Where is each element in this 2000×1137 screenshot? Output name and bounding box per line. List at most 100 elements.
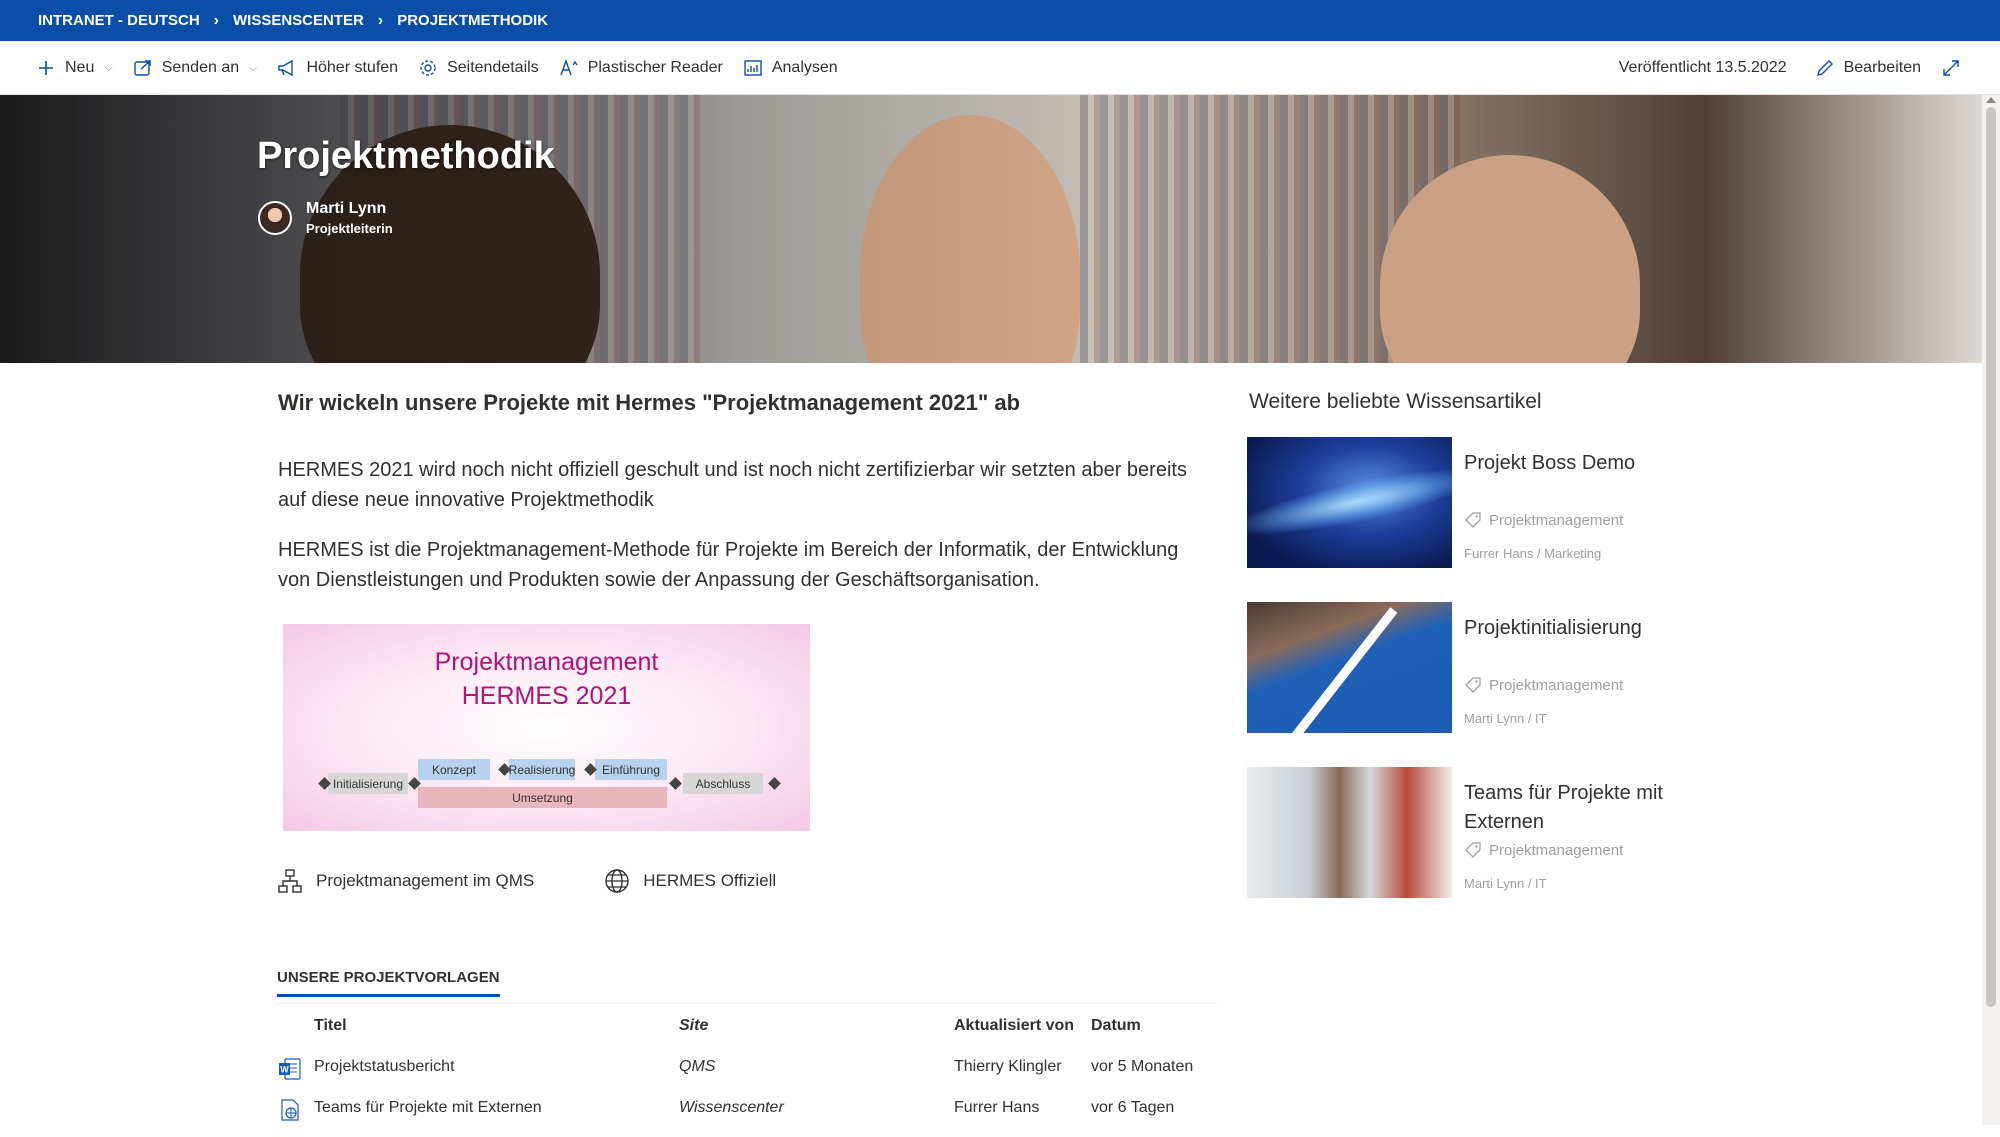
chevron-right-icon: › [213,11,219,29]
templates-table: Titel Site Aktualisiert von Datum W Proj… [277,1005,1217,1128]
article-thumbnail[interactable] [1247,602,1452,733]
chevron-down-icon: ⌵ [104,61,113,74]
new-label: Neu [65,59,95,76]
hermes-banner-image: Projektmanagement HERMES 2021 Konzept Re… [283,624,810,831]
send-to-button[interactable]: Senden an ⌵ [123,41,268,95]
globe-icon [604,868,630,894]
page-title: Projektmethodik [257,135,555,177]
link-projektmanagement-qms[interactable]: Projektmanagement im QMS [277,868,534,894]
article-card[interactable]: Projekt Boss Demo Projektmanagement Furr… [1247,437,1707,568]
published-status: Veröffentlicht 13.5.2022 [1618,59,1787,76]
command-bar: Neu ⌵ Senden an ⌵ Höher stufen Seitendet… [0,41,2000,95]
column-header-site[interactable]: Site [679,1005,708,1046]
new-button[interactable]: Neu ⌵ [26,41,123,95]
article-paragraph: HERMES 2021 wird noch nicht offiziell ge… [278,459,1187,511]
article-paragraph: HERMES ist die Projektmanagement-Methode… [278,539,1179,591]
link-hermes-offiziell[interactable]: HERMES Offiziell [604,868,776,894]
article-title[interactable]: Projektinitialisierung [1464,614,1704,643]
phase-closing: Abschluss [683,773,763,794]
table-row[interactable]: Teams für Projekte mit Externen Wissensc… [277,1087,1217,1128]
author-block[interactable]: Marti Lynn Projektleiterin [258,200,393,236]
article-meta: Marti Lynn / IT [1464,711,1547,726]
vertical-scrollbar[interactable] [1982,95,2000,1125]
immersive-reader-button[interactable]: Plastischer Reader [549,41,733,95]
article-meta: Furrer Hans / Marketing [1464,546,1602,561]
phase-introduction: Einführung [595,759,667,780]
banner-title-line: HERMES 2021 [461,682,632,710]
edit-label: Bearbeiten [1843,59,1921,76]
milestone-icon [669,777,682,790]
scroll-up-icon[interactable] [1986,97,1996,103]
chart-icon [743,58,763,78]
share-icon [133,58,153,78]
article-title[interactable]: Teams für Projekte mit Externen [1464,779,1704,837]
column-header-title[interactable]: Titel [314,1005,347,1046]
article-title[interactable]: Projekt Boss Demo [1464,449,1704,478]
scrollbar-thumb[interactable] [1986,107,1996,1007]
phase-implementation: Umsetzung [418,787,667,808]
tag-label: Projektmanagement [1489,511,1624,529]
row-updated-by: Thierry Klingler [954,1058,1062,1075]
tag-icon [1464,511,1482,529]
row-date: vor 6 Tagen [1091,1099,1175,1116]
article-meta: Marti Lynn / IT [1464,876,1547,891]
row-updated-by: Furrer Hans [954,1099,1040,1116]
article-heading: Wir wickeln unsere Projekte mit Hermes "… [278,390,1021,415]
column-header-updated-by[interactable]: Aktualisiert von [954,1005,1074,1046]
author-role: Projektleiterin [306,221,393,236]
word-doc-icon: W [279,1055,301,1080]
chevron-right-icon: › [377,11,384,29]
analytics-button[interactable]: Analysen [733,41,848,95]
tag-icon [1464,841,1482,859]
article-tag[interactable]: Projektmanagement [1464,511,1623,529]
phase-concept: Konzept [418,759,490,780]
edit-button[interactable]: Bearbeiten [1805,41,1931,95]
gear-icon [418,58,438,78]
avatar [258,201,292,235]
quick-links: Projektmanagement im QMS HERMES Offiziel… [277,868,846,894]
promote-button[interactable]: Höher stufen [267,41,408,95]
plus-icon [36,58,56,78]
tag-label: Projektmanagement [1489,676,1624,694]
article-tag[interactable]: Projektmanagement [1464,676,1623,694]
column-header-date[interactable]: Datum [1091,1005,1141,1046]
tag-icon [1464,676,1482,694]
pencil-icon [1815,58,1835,78]
phase-realization: Realisierung [509,759,575,780]
row-title[interactable]: Teams für Projekte mit Externen [314,1087,542,1128]
link-label: Projektmanagement im QMS [316,871,535,890]
promote-label: Höher stufen [306,59,399,76]
immersive-reader-label: Plastischer Reader [587,59,723,76]
svg-text:W: W [280,1065,289,1075]
row-site: Wissenscenter [679,1099,784,1116]
web-page-icon [279,1096,301,1121]
page-details-button[interactable]: Seitendetails [408,41,549,95]
expand-icon [1941,58,1961,78]
reader-icon [559,58,579,78]
section-title-templates: UNSERE PROJEKTVORLAGEN [277,969,500,997]
article-thumbnail[interactable] [1247,767,1452,898]
banner-title-line: Projektmanagement [434,648,659,676]
expand-button[interactable] [1931,41,1980,95]
article-tag[interactable]: Projektmanagement [1464,841,1623,859]
article-card[interactable]: Teams für Projekte mit Externen Projektm… [1247,767,1707,898]
table-row[interactable]: W Projektstatusbericht QMS Thierry Kling… [277,1046,1217,1087]
phase-initialization: Initialisierung [328,773,408,794]
sitemap-icon [277,868,303,894]
megaphone-icon [277,58,297,78]
breadcrumb-item-projektmethodik[interactable]: PROJEKTMETHODIK [397,12,548,29]
breadcrumb: INTRANET - DEUTSCH › WISSENSCENTER › PRO… [0,0,2000,41]
milestone-icon [768,777,781,790]
author-name: Marti Lynn [306,200,387,217]
row-title[interactable]: Projektstatusbericht [314,1046,455,1087]
row-site: QMS [679,1058,716,1075]
send-to-label: Senden an [161,59,240,76]
table-header-row: Titel Site Aktualisiert von Datum [277,1005,1217,1046]
article-card[interactable]: Projektinitialisierung Projektmanagement… [1247,602,1707,733]
chevron-down-icon: ⌵ [249,61,258,74]
related-articles-title: Weitere beliebte Wissensartikel [1249,390,1542,413]
article-thumbnail[interactable] [1247,437,1452,568]
breadcrumb-item-intranet[interactable]: INTRANET - DEUTSCH [38,12,200,29]
breadcrumb-item-wissenscenter[interactable]: WISSENSCENTER [233,12,364,29]
analytics-label: Analysen [771,59,838,76]
